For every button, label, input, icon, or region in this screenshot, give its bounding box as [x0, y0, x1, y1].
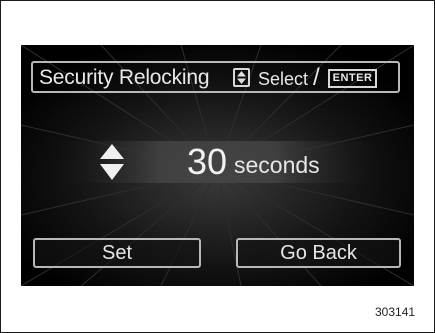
relock-time-unit: seconds [234, 152, 320, 178]
display-screen: Security Relocking Select / ENTER 30 sec… [21, 45, 414, 286]
enter-key-badge: ENTER [328, 69, 377, 88]
title-bar: Security Relocking Select / ENTER [31, 61, 400, 93]
figure-number: 303141 [375, 305, 416, 319]
value-selector[interactable]: 30 seconds [29, 141, 406, 183]
set-button[interactable]: Set [33, 238, 201, 268]
relock-time-value: 30 [187, 141, 228, 182]
select-label: Select [258, 69, 309, 89]
up-down-arrow-icon[interactable] [99, 143, 125, 181]
go-back-button[interactable]: Go Back [236, 238, 401, 268]
screen-title: Security Relocking [39, 66, 210, 89]
separator-slash: / [313, 64, 320, 91]
up-down-arrow-icon [233, 68, 250, 87]
